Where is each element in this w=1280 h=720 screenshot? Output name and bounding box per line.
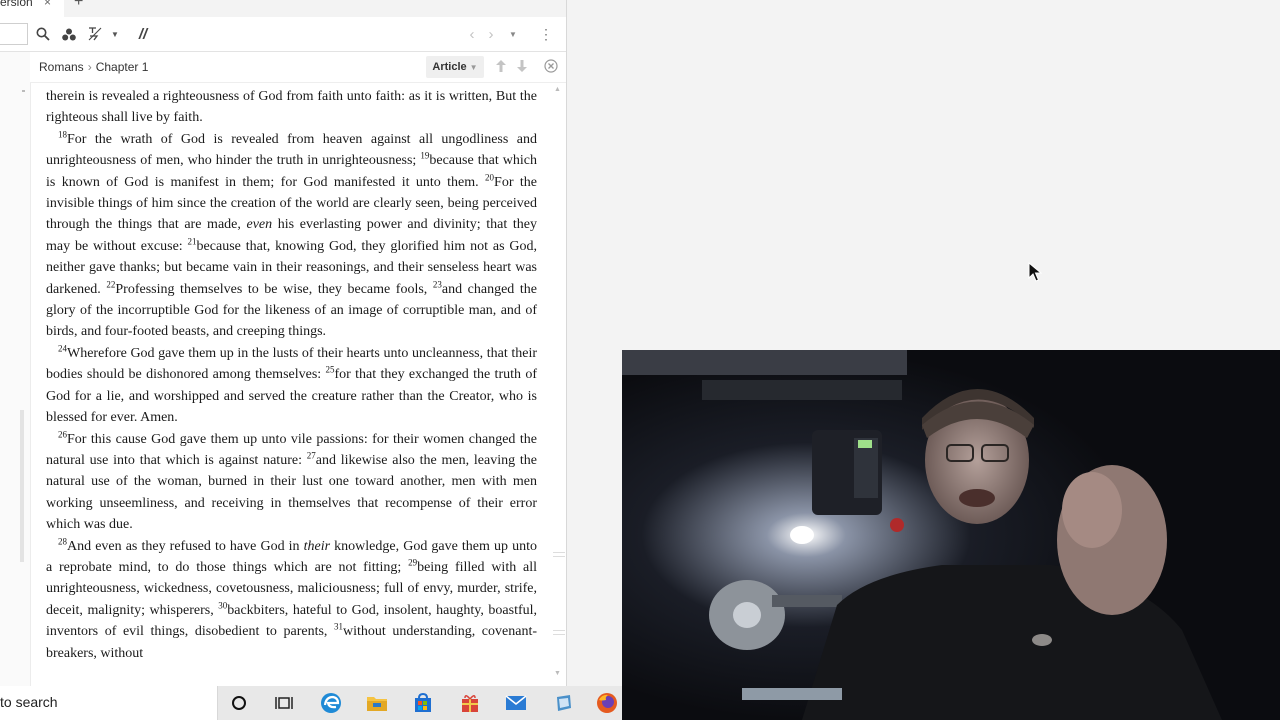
scroll-down-arrow[interactable]: ▼	[554, 670, 561, 677]
verse-text: therein is revealed a righteousness of G…	[46, 89, 537, 126]
verse-paragraph: 26For this cause God gave them up unto v…	[46, 429, 537, 536]
breadcrumb-chapter[interactable]: Chapter 1	[96, 60, 149, 74]
history-dropdown-icon[interactable]: ▼	[503, 25, 523, 43]
tab-label: ersion	[0, 0, 33, 9]
chevron-down-icon[interactable]: ▼	[107, 25, 123, 43]
toolbar: ▼ // ‹ › ▼ ⋮	[0, 17, 566, 52]
verse-number[interactable]: 26	[58, 429, 67, 439]
scroll-mark	[553, 630, 565, 631]
close-panel-icon[interactable]	[544, 59, 558, 75]
gift-icon[interactable]	[458, 692, 482, 714]
resources-icon[interactable]	[59, 25, 79, 43]
breadcrumb-separator: ›	[87, 60, 92, 74]
webcam-overlay	[622, 350, 1280, 720]
mouse-cursor	[1028, 261, 1043, 287]
passage-text: therein is revealed a righteousness of G…	[46, 86, 537, 664]
verse-text: And even as they refused to have God in	[67, 538, 304, 554]
file-explorer-icon[interactable]	[365, 692, 389, 714]
app-icon[interactable]	[552, 692, 576, 714]
chevron-down-icon: ▼	[469, 62, 478, 72]
verse-number[interactable]: 18	[58, 129, 67, 139]
verse-number[interactable]: 24	[58, 343, 67, 353]
scroll-mark	[553, 634, 565, 635]
document-tab[interactable]: ersion ×	[0, 0, 64, 17]
taskbar-search-text: to search	[0, 694, 58, 710]
verse-paragraph: 18For the wrath of God is revealed from …	[46, 129, 537, 343]
verse-number[interactable]: 27	[307, 450, 316, 460]
taskbar: to search	[0, 686, 622, 720]
taskbar-search-box[interactable]: to search	[0, 686, 218, 720]
back-icon[interactable]: ‹	[462, 25, 482, 43]
panel-header: Romans › Chapter 1 Article ▼	[30, 52, 566, 83]
verse-paragraph: therein is revealed a righteousness of G…	[46, 86, 537, 129]
verse-number[interactable]: 25	[326, 365, 335, 375]
firefox-icon[interactable]	[595, 692, 619, 714]
verse-paragraph: 24Wherefore God gave them up in the lust…	[46, 343, 537, 429]
store-icon[interactable]	[411, 692, 435, 714]
verse-text: even	[246, 217, 273, 233]
parallel-button[interactable]: //	[133, 25, 153, 43]
more-options-icon[interactable]: ⋮	[536, 25, 556, 43]
verse-number[interactable]: 29	[408, 557, 417, 567]
reference-input[interactable]	[0, 23, 28, 45]
arrow-down-icon[interactable]	[516, 59, 530, 75]
sidebar-scrollbar[interactable]	[20, 410, 24, 562]
tab-close-button[interactable]: ×	[44, 0, 51, 9]
passage-scrollbar[interactable]: ▲ ▼	[553, 86, 565, 682]
scroll-mark	[553, 556, 565, 557]
verse-text: Professing themselves to be wise, they b…	[115, 281, 433, 297]
verse-number[interactable]: 31	[334, 622, 343, 632]
bible-app-window: ersion × + ▼ // ‹ › ▼ ⋮ Romans › Chapter 1…	[0, 0, 567, 686]
scroll-up-arrow[interactable]: ▲	[554, 86, 561, 93]
verse-number[interactable]: 30	[218, 600, 227, 610]
new-tab-button[interactable]: +	[74, 0, 83, 11]
task-view-icon[interactable]	[272, 692, 296, 714]
search-icon[interactable]	[33, 25, 53, 43]
verse-number[interactable]: 28	[58, 536, 67, 546]
view-mode-label: Article	[432, 61, 467, 73]
verse-number[interactable]: 23	[433, 279, 442, 289]
verse-paragraph: 28And even as they refused to have God i…	[46, 536, 537, 664]
arrow-up-icon[interactable]	[495, 59, 509, 75]
mail-icon[interactable]	[504, 692, 528, 714]
forward-icon[interactable]: ›	[481, 25, 501, 43]
left-sidebar	[0, 52, 31, 686]
tab-strip: ersion × +	[0, 0, 566, 17]
verse-number[interactable]: 20	[485, 172, 494, 182]
breadcrumb[interactable]: Romans › Chapter 1	[39, 60, 148, 74]
edge-icon[interactable]	[319, 692, 343, 714]
filter-icon[interactable]	[86, 25, 106, 43]
cortana-icon[interactable]	[227, 692, 251, 714]
webcam-video-frame	[622, 350, 1280, 720]
verse-number[interactable]: 21	[188, 236, 197, 246]
verse-text: their	[303, 538, 331, 554]
view-mode-button[interactable]: Article ▼	[426, 56, 484, 78]
scroll-mark	[553, 552, 565, 553]
scroll-tick	[22, 90, 25, 92]
breadcrumb-book[interactable]: Romans	[39, 60, 84, 74]
